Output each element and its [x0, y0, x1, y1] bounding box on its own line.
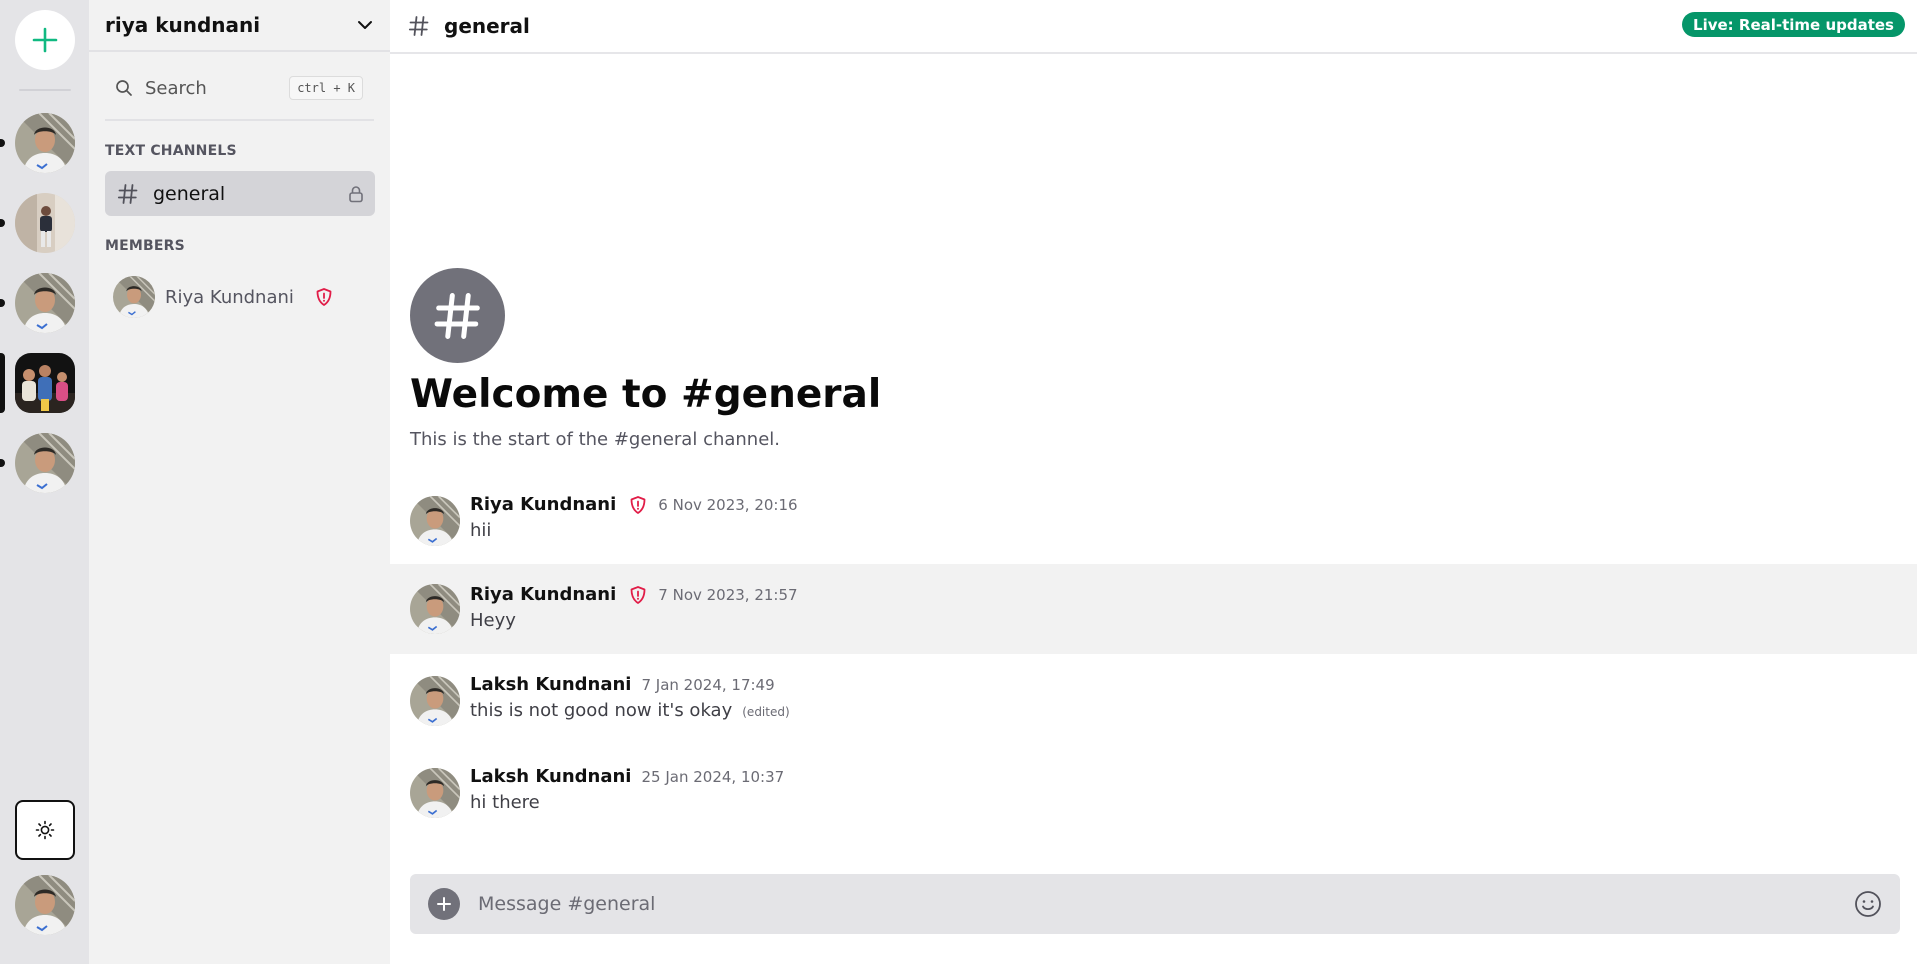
edited-label: (edited) [742, 705, 790, 719]
welcome-subtitle: This is the start of the #general channe… [410, 429, 781, 450]
hash-icon [408, 16, 429, 36]
search-icon [116, 80, 132, 96]
channel-name: general [153, 182, 226, 205]
welcome-title: Welcome to #general [410, 372, 882, 417]
server-indicator [0, 299, 5, 307]
plus-icon [32, 27, 58, 53]
admin-shield-icon [628, 585, 648, 605]
server-avatar [15, 353, 75, 413]
avatar[interactable] [410, 676, 460, 726]
sun-icon [35, 820, 55, 840]
emoji-picker-button[interactable] [1854, 890, 1882, 918]
message-composer [410, 874, 1900, 934]
message-author[interactable]: Laksh Kundnani [470, 674, 631, 695]
lock-icon [349, 185, 363, 202]
message-timestamp: 25 Jan 2024, 10:37 [641, 767, 785, 786]
hash-icon [434, 292, 480, 339]
channel-sidebar: riya kundnani Search ctrl + K TEXT CHANN… [89, 0, 390, 964]
server-name: riya kundnani [105, 13, 261, 37]
message-text: Heyy [470, 610, 516, 631]
channel-hash-badge [410, 268, 505, 363]
text-channels-title: TEXT CHANNELS [105, 143, 237, 159]
rail-separator [19, 89, 71, 91]
members-title: MEMBERS [105, 238, 185, 254]
message-item: Riya Kundnani 7 Nov 2023, 21:57 Heyy [390, 564, 1917, 654]
message-author[interactable]: Riya Kundnani [470, 584, 616, 605]
server-avatar [15, 193, 75, 253]
server-item[interactable] [0, 433, 75, 493]
search-label: Search [145, 77, 207, 99]
channel-header: general Live: Real-time updates [390, 0, 1917, 54]
hash-icon [117, 183, 138, 204]
message-author[interactable]: Riya Kundnani [470, 494, 616, 515]
search-shortcut: ctrl + K [289, 76, 363, 100]
channel-title: general [444, 14, 530, 38]
server-header-dropdown[interactable]: riya kundnani [89, 0, 390, 52]
server-indicator [0, 139, 5, 147]
message-text: hi there [470, 792, 540, 813]
server-indicator [0, 353, 5, 413]
chevron-down-icon [358, 21, 372, 29]
admin-shield-icon [628, 495, 648, 515]
avatar[interactable] [410, 584, 460, 634]
search-button[interactable]: Search ctrl + K [105, 70, 373, 106]
server-rail [0, 0, 89, 964]
user-account-avatar[interactable] [15, 875, 75, 935]
server-item[interactable] [0, 113, 75, 173]
server-indicator [0, 459, 5, 467]
server-item[interactable] [0, 193, 75, 253]
plus-icon [437, 897, 451, 911]
member-name: Riya Kundnani [165, 286, 294, 308]
admin-shield-icon [314, 287, 334, 307]
server-avatar [15, 433, 75, 493]
smiley-icon [1855, 891, 1881, 917]
avatar[interactable] [410, 496, 460, 546]
channel-item-general[interactable]: general [105, 171, 375, 216]
message-input[interactable] [478, 893, 1854, 915]
message-text: this is not good now it's okay [470, 700, 733, 721]
theme-toggle-button[interactable] [15, 800, 75, 860]
server-avatar [15, 273, 75, 333]
message-item: Laksh Kundnani 7 Jan 2024, 17:49 this is… [390, 664, 1917, 754]
message-item: Riya Kundnani 6 Nov 2023, 20:16 hii [390, 484, 1917, 574]
sidebar-divider [105, 119, 374, 121]
live-status-badge: Live: Real-time updates [1682, 12, 1905, 37]
attach-button[interactable] [428, 888, 460, 920]
message-timestamp: 7 Jan 2024, 17:49 [641, 675, 775, 694]
message-timestamp: 6 Nov 2023, 20:16 [658, 495, 798, 514]
server-indicator [0, 219, 5, 227]
avatar[interactable] [410, 768, 460, 818]
add-server-button[interactable] [15, 10, 75, 70]
message-author[interactable]: Laksh Kundnani [470, 766, 631, 787]
chat-main: general Live: Real-time updates Welcome … [390, 0, 1917, 964]
server-item-active[interactable] [0, 353, 75, 413]
member-item[interactable]: Riya Kundnani [113, 276, 353, 318]
avatar [113, 276, 155, 318]
server-item[interactable] [0, 273, 75, 333]
server-avatar [15, 113, 75, 173]
message-timestamp: 7 Nov 2023, 21:57 [658, 585, 798, 604]
message-text: hii [470, 520, 492, 541]
message-item: Laksh Kundnani 25 Jan 2024, 10:37 hi the… [390, 756, 1917, 846]
